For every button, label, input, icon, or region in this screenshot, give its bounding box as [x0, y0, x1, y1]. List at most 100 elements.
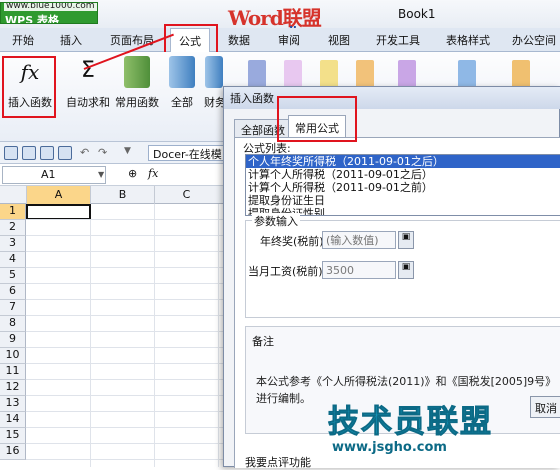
- all-functions-label: 全部: [171, 96, 193, 109]
- row-header[interactable]: 14: [0, 412, 26, 428]
- row-header[interactable]: 11: [0, 364, 26, 380]
- row-header[interactable]: 8: [0, 316, 26, 332]
- formula-item[interactable]: 提取身份证生日: [246, 194, 560, 207]
- grid-line: [26, 235, 226, 236]
- row-header[interactable]: 4: [0, 252, 26, 268]
- grid-line: [26, 251, 226, 252]
- column-header-a[interactable]: A: [26, 186, 90, 204]
- docer-tab[interactable]: Docer-在线模: [148, 145, 227, 161]
- common-functions-button[interactable]: 常用函数: [114, 56, 160, 110]
- grid-line: [26, 443, 226, 444]
- formula-item[interactable]: 个人年终奖所得税（2011-09-01之后）: [246, 155, 560, 168]
- salary-input[interactable]: [322, 261, 396, 279]
- grid-line: [26, 379, 226, 380]
- grid-line: [26, 395, 226, 396]
- autosum-button[interactable]: Σ 自动求和: [64, 56, 112, 110]
- fx-button[interactable]: fx: [148, 167, 158, 180]
- range-select-icon[interactable]: ▣: [398, 261, 414, 279]
- tab-insert[interactable]: 插入: [60, 32, 82, 48]
- title-bar: www.blue1000.com WPS 表格 Word联盟 www.wordl…: [0, 0, 560, 37]
- salary-label: 当月工资(税前): [248, 265, 323, 278]
- watermark-text: 技术员联盟: [328, 404, 493, 441]
- book-icon-6: [458, 60, 476, 88]
- grid-line: [26, 459, 226, 460]
- tab-review[interactable]: 审阅: [278, 32, 300, 48]
- column-header-c[interactable]: C: [154, 186, 218, 204]
- book-icon-5: [398, 60, 416, 88]
- finance-button[interactable]: 财务: [204, 56, 224, 110]
- tab-data[interactable]: 数据: [228, 32, 250, 48]
- book-green-icon: [124, 56, 150, 88]
- watermark: 技术员联盟: [328, 396, 538, 441]
- row-header[interactable]: 7: [0, 300, 26, 316]
- select-all-corner[interactable]: [0, 186, 26, 204]
- ribbon-tabs: 开始 插入 页面布局 公式 数据 审阅 视图 开发工具 表格样式 办公空间: [0, 28, 560, 52]
- formula-item[interactable]: 计算个人所得税（2011-09-01之后）: [246, 168, 560, 181]
- book-icon-4: [356, 60, 374, 88]
- finance-label: 财务: [204, 96, 224, 109]
- row-header[interactable]: 2: [0, 220, 26, 236]
- row-header[interactable]: 10: [0, 348, 26, 364]
- grid-line: [26, 283, 226, 284]
- site-url-watermark: www.blue1000.com: [4, 2, 97, 11]
- all-functions-button[interactable]: 全部: [164, 56, 200, 110]
- formula-list[interactable]: 个人年终奖所得税（2011-09-01之后） 计算个人所得税（2011-09-0…: [245, 154, 560, 216]
- row-header[interactable]: 15: [0, 428, 26, 444]
- highlight-insert-function: [2, 56, 56, 118]
- sigma-icon: Σ: [81, 58, 95, 83]
- grid-line: [26, 347, 226, 348]
- grid-line: [26, 299, 226, 300]
- row-header[interactable]: 9: [0, 332, 26, 348]
- bonus-input[interactable]: [322, 231, 396, 249]
- grid-line: [26, 427, 226, 428]
- save-icon[interactable]: [22, 146, 36, 160]
- app-name: WPS 表格: [5, 14, 59, 24]
- tab-home[interactable]: 开始: [12, 32, 34, 48]
- tab-developer[interactable]: 开发工具: [376, 32, 420, 48]
- range-select-icon[interactable]: ▣: [398, 231, 414, 249]
- preview-icon[interactable]: [58, 146, 72, 160]
- book-icon-3: [320, 60, 338, 88]
- book-icon-1: [248, 60, 266, 88]
- grid-line: [26, 315, 226, 316]
- formula-item[interactable]: 计算个人所得税（2011-09-01之前）: [246, 181, 560, 194]
- row-header[interactable]: 12: [0, 380, 26, 396]
- tab-view[interactable]: 视图: [328, 32, 350, 48]
- column-header-b[interactable]: B: [90, 186, 154, 204]
- row-header[interactable]: 3: [0, 236, 26, 252]
- open-icon[interactable]: [4, 146, 18, 160]
- print-icon[interactable]: [40, 146, 54, 160]
- zoom-icon[interactable]: ⊕: [128, 167, 137, 180]
- watermark-url: www.jsgho.com: [332, 440, 447, 455]
- undo-icon[interactable]: ↶: [80, 146, 94, 160]
- name-box[interactable]: A1: [2, 166, 106, 184]
- wps-menu-button[interactable]: www.blue1000.com WPS 表格: [0, 2, 98, 24]
- row-header[interactable]: 16: [0, 444, 26, 460]
- customize-icon[interactable]: ▼: [124, 146, 138, 160]
- autosum-label: 自动求和: [66, 96, 110, 109]
- feedback-link[interactable]: 我要点评功能: [245, 454, 311, 470]
- tab-table-style[interactable]: 表格样式: [446, 32, 490, 48]
- bonus-label: 年终奖(税前): [260, 235, 324, 248]
- document-title: Book1: [398, 7, 436, 21]
- params-label: 参数输入: [252, 213, 300, 229]
- grid-line: [26, 267, 226, 268]
- chevron-down-icon[interactable]: ▼: [98, 170, 104, 179]
- book-icon-7: [512, 60, 530, 88]
- active-cell-cursor[interactable]: [26, 204, 91, 220]
- row-header[interactable]: 1: [0, 204, 26, 220]
- grid-line: [26, 363, 226, 364]
- parameter-input-group: 参数输入 年终奖(税前) ▣ 当月工资(税前) ▣: [245, 213, 560, 318]
- common-functions-label: 常用函数: [115, 96, 159, 109]
- grid-line: [26, 331, 226, 332]
- row-header[interactable]: 5: [0, 268, 26, 284]
- book-icon-2: [284, 60, 302, 88]
- notes-title: 备注: [252, 335, 274, 348]
- dialog-title: 插入函数: [224, 87, 560, 109]
- redo-icon[interactable]: ↷: [98, 146, 112, 160]
- tab-office-space[interactable]: 办公空间: [512, 32, 556, 48]
- highlight-formula-tab: [164, 24, 218, 54]
- book-blue-icon: [169, 56, 195, 88]
- row-header[interactable]: 6: [0, 284, 26, 300]
- row-header[interactable]: 13: [0, 396, 26, 412]
